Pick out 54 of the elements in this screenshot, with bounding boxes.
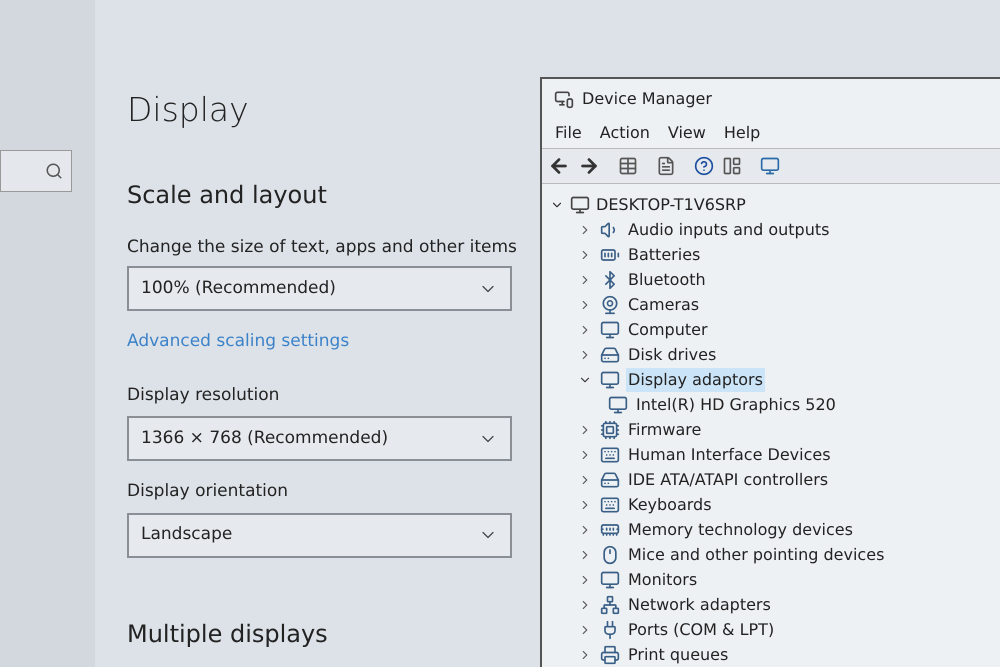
tree-item[interactable]: DESKTOP-T1V6SRP bbox=[596, 192, 746, 216]
orientation-dropdown[interactable]: Landscape bbox=[127, 512, 512, 558]
monitor-icon bbox=[608, 394, 628, 414]
tree-item[interactable]: Disk drives bbox=[626, 342, 718, 366]
grid-icon[interactable] bbox=[618, 156, 638, 176]
monitor-icon[interactable] bbox=[760, 156, 780, 176]
panel-icon[interactable] bbox=[722, 156, 742, 176]
keyboard-icon bbox=[600, 444, 620, 464]
monitor-icon bbox=[600, 320, 620, 340]
printer-icon bbox=[600, 644, 620, 664]
network-icon bbox=[600, 594, 620, 614]
device-manager-icon bbox=[554, 88, 574, 109]
menu-item[interactable]: Help bbox=[716, 121, 768, 146]
section-title: Multiple displays bbox=[127, 618, 329, 650]
document-icon[interactable] bbox=[656, 156, 676, 176]
monitor-icon bbox=[600, 570, 620, 590]
resolution-dropdown[interactable]: 1366 × 768 (Recommended) bbox=[127, 416, 512, 461]
field-label: Display orientation bbox=[127, 480, 290, 503]
tree-item[interactable]: Audio inputs and outputs bbox=[626, 218, 832, 242]
tree-item[interactable]: Computer bbox=[626, 318, 710, 342]
tree-item[interactable]: Ports (COM & LPT) bbox=[626, 618, 776, 642]
page-title: Display bbox=[127, 89, 250, 131]
tree-item[interactable]: Intel(R) HD Graphics 520 bbox=[634, 392, 838, 416]
search-icon bbox=[45, 162, 63, 180]
scale-dropdown[interactable]: 100% (Recommended) bbox=[127, 266, 512, 311]
tree-item[interactable]: Mice and other pointing devices bbox=[626, 542, 886, 566]
tree-item[interactable]: Memory technology devices bbox=[626, 518, 855, 542]
drive-icon bbox=[600, 470, 620, 490]
field-label: Display resolution bbox=[127, 384, 280, 406]
window-title: Device Manager bbox=[582, 88, 712, 110]
section-title: Scale and layout bbox=[127, 180, 328, 210]
menu-item[interactable]: Action bbox=[592, 121, 657, 146]
search-field[interactable] bbox=[0, 150, 72, 192]
monitor-icon bbox=[600, 370, 620, 390]
tree-item[interactable]: Network adapters bbox=[626, 592, 773, 616]
drive-icon bbox=[600, 344, 620, 364]
tree-item[interactable]: Bluetooth bbox=[626, 268, 708, 292]
tree-item[interactable]: Display adaptors bbox=[626, 368, 765, 392]
tree-item[interactable]: IDE ATA/ATAPI controllers bbox=[626, 468, 830, 492]
keyboard-icon bbox=[600, 494, 620, 514]
tree-item[interactable]: Keyboards bbox=[626, 492, 714, 516]
webcam-icon bbox=[600, 294, 620, 314]
chip-icon bbox=[600, 420, 620, 440]
tree-item[interactable]: Cameras bbox=[626, 292, 702, 316]
tree-item[interactable]: Batteries bbox=[626, 242, 702, 266]
help-icon[interactable] bbox=[694, 156, 714, 176]
field-label: Change the size of text, apps and other items bbox=[127, 236, 518, 258]
tree-item[interactable]: Print queues bbox=[626, 642, 730, 666]
menu-item[interactable]: View bbox=[660, 121, 713, 146]
computer-icon bbox=[570, 194, 590, 214]
tree-item[interactable]: Monitors bbox=[626, 568, 700, 592]
tree-item[interactable]: Human Interface Devices bbox=[626, 442, 833, 466]
menu-item[interactable]: File bbox=[548, 121, 589, 146]
tree-item[interactable]: Firmware bbox=[626, 418, 704, 442]
